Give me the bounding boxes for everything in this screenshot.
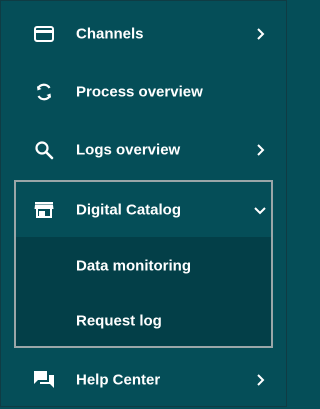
sidebar-subitem-label: Request log (76, 312, 162, 329)
sidebar-nav: Channels Process overview Logs overview (0, 0, 287, 407)
chevron-right-icon (254, 28, 266, 40)
search-icon (33, 139, 55, 161)
chevron-right-icon (254, 144, 266, 156)
sync-icon (33, 81, 55, 103)
sidebar-item-label: Logs overview (76, 141, 181, 159)
chat-icon (33, 369, 55, 391)
card-icon (33, 23, 55, 45)
sidebar-item-label: Digital Catalog (76, 201, 182, 218)
sidebar-subitem-request-log[interactable]: Request log (16, 295, 271, 346)
sidebar-item-logs-overview[interactable]: Logs overview (1, 121, 286, 179)
sidebar-item-label: Process overview (76, 83, 203, 101)
digital-catalog-group: Digital Catalog Data monitoring Request … (14, 180, 273, 348)
sidebar-item-digital-catalog[interactable]: Digital Catalog (16, 182, 271, 237)
store-icon (33, 199, 55, 221)
chevron-right-icon (254, 374, 266, 386)
sidebar-item-process-overview[interactable]: Process overview (1, 63, 286, 121)
sidebar-item-channels[interactable]: Channels (1, 5, 286, 63)
chevron-down-icon[interactable] (254, 204, 266, 216)
sidebar-item-help-center[interactable]: Help Center (1, 351, 286, 409)
sidebar-subitem-data-monitoring[interactable]: Data monitoring (16, 237, 271, 295)
sidebar-item-label: Channels (76, 25, 144, 43)
sidebar-item-label: Help Center (76, 371, 161, 389)
sidebar-subitem-label: Data monitoring (76, 257, 191, 275)
